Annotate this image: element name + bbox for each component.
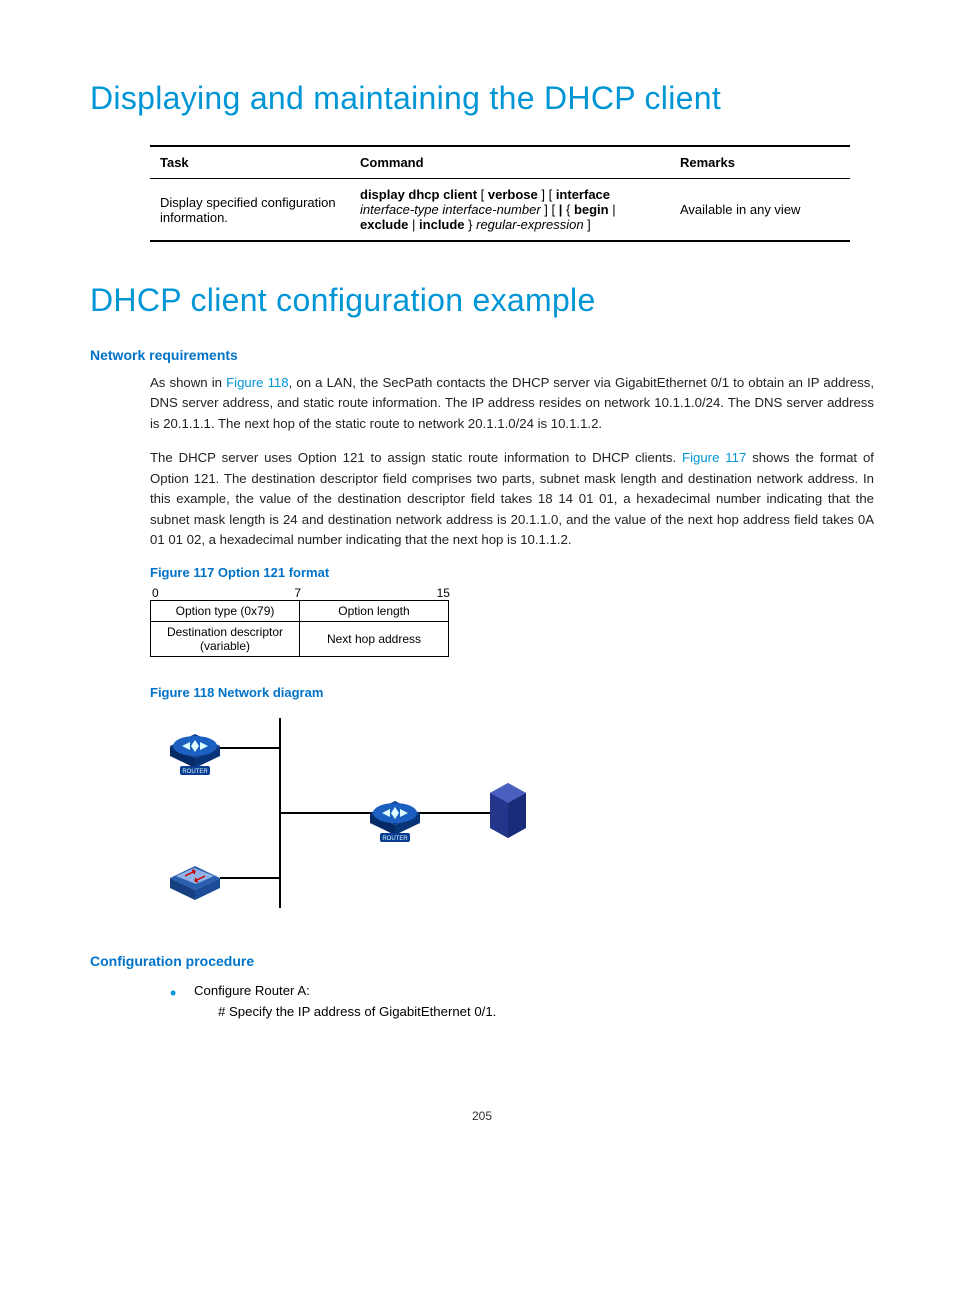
cmd-punct: |: [408, 217, 419, 232]
cmd-punct: }: [465, 217, 477, 232]
procedure-list: Configure Router A:: [170, 979, 874, 1003]
cmd-arg: interface-type interface-number: [360, 202, 541, 217]
table-header-row: Task Command Remarks: [150, 146, 850, 179]
cmd-punct: [: [477, 187, 488, 202]
subheading-network-requirements: Network requirements: [90, 347, 874, 363]
subheading-configuration-procedure: Configuration procedure: [90, 953, 874, 969]
table-row: Destination descriptor (variable) Next h…: [151, 621, 449, 656]
td-command: display dhcp client [ verbose ] [ interf…: [350, 179, 670, 242]
page-number: 205: [90, 1109, 874, 1123]
svg-text:ROUTER: ROUTER: [382, 836, 408, 842]
td-task: Display specified configuration informat…: [150, 179, 350, 242]
cmd-punct: |: [609, 202, 616, 217]
paragraph: The DHCP server uses Option 121 to assig…: [150, 448, 874, 550]
ruler-0: 0: [152, 586, 159, 600]
cmd-punct: ] [: [541, 202, 559, 217]
th-task: Task: [150, 146, 350, 179]
procedure-step: # Specify the IP address of GigabitEther…: [218, 1004, 874, 1019]
cmd-punct: ]: [584, 217, 591, 232]
figure-117-caption: Figure 117 Option 121 format: [150, 565, 874, 580]
option121-table: Option type (0x79) Option length Destina…: [150, 600, 449, 657]
heading-example: DHCP client configuration example: [90, 282, 874, 319]
cell-option-length: Option length: [300, 600, 449, 621]
cmd-kw: begin: [574, 202, 609, 217]
cmd-punct: {: [562, 202, 574, 217]
text: The DHCP server uses Option 121 to assig…: [150, 450, 682, 465]
ruler-7: 7: [294, 586, 301, 600]
cmd-punct: ] [: [538, 187, 556, 202]
cmd-kw: interface: [556, 187, 610, 202]
cmd-kw: display dhcp client: [360, 187, 477, 202]
cell-dest-descriptor: Destination descriptor (variable): [151, 621, 300, 656]
th-remarks: Remarks: [670, 146, 850, 179]
text: As shown in: [150, 375, 226, 390]
list-item: Configure Router A:: [170, 979, 874, 1003]
figure-118-caption: Figure 118 Network diagram: [150, 685, 874, 700]
heading-displaying: Displaying and maintaining the DHCP clie…: [90, 80, 874, 117]
figure-118-link[interactable]: Figure 118: [226, 375, 289, 390]
cmd-kw: verbose: [488, 187, 538, 202]
command-table: Task Command Remarks Display specified c…: [150, 145, 850, 242]
td-remarks: Available in any view: [670, 179, 850, 242]
table-row: Display specified configuration informat…: [150, 179, 850, 242]
ruler-15: 15: [437, 586, 450, 600]
option121-ruler: 0 7 15: [150, 586, 452, 600]
paragraph: As shown in Figure 118, on a LAN, the Se…: [150, 373, 874, 434]
cmd-kw: include: [419, 217, 465, 232]
cell-next-hop: Next hop address: [300, 621, 449, 656]
table-row: Option type (0x79) Option length: [151, 600, 449, 621]
cmd-arg: regular-expression: [476, 217, 583, 232]
figure-117-link[interactable]: Figure 117: [682, 450, 746, 465]
th-command: Command: [350, 146, 670, 179]
cell-option-type: Option type (0x79): [151, 600, 300, 621]
svg-text:ROUTER: ROUTER: [182, 769, 208, 775]
cmd-kw: exclude: [360, 217, 408, 232]
network-diagram: ROUTER ROUTER: [150, 708, 874, 923]
